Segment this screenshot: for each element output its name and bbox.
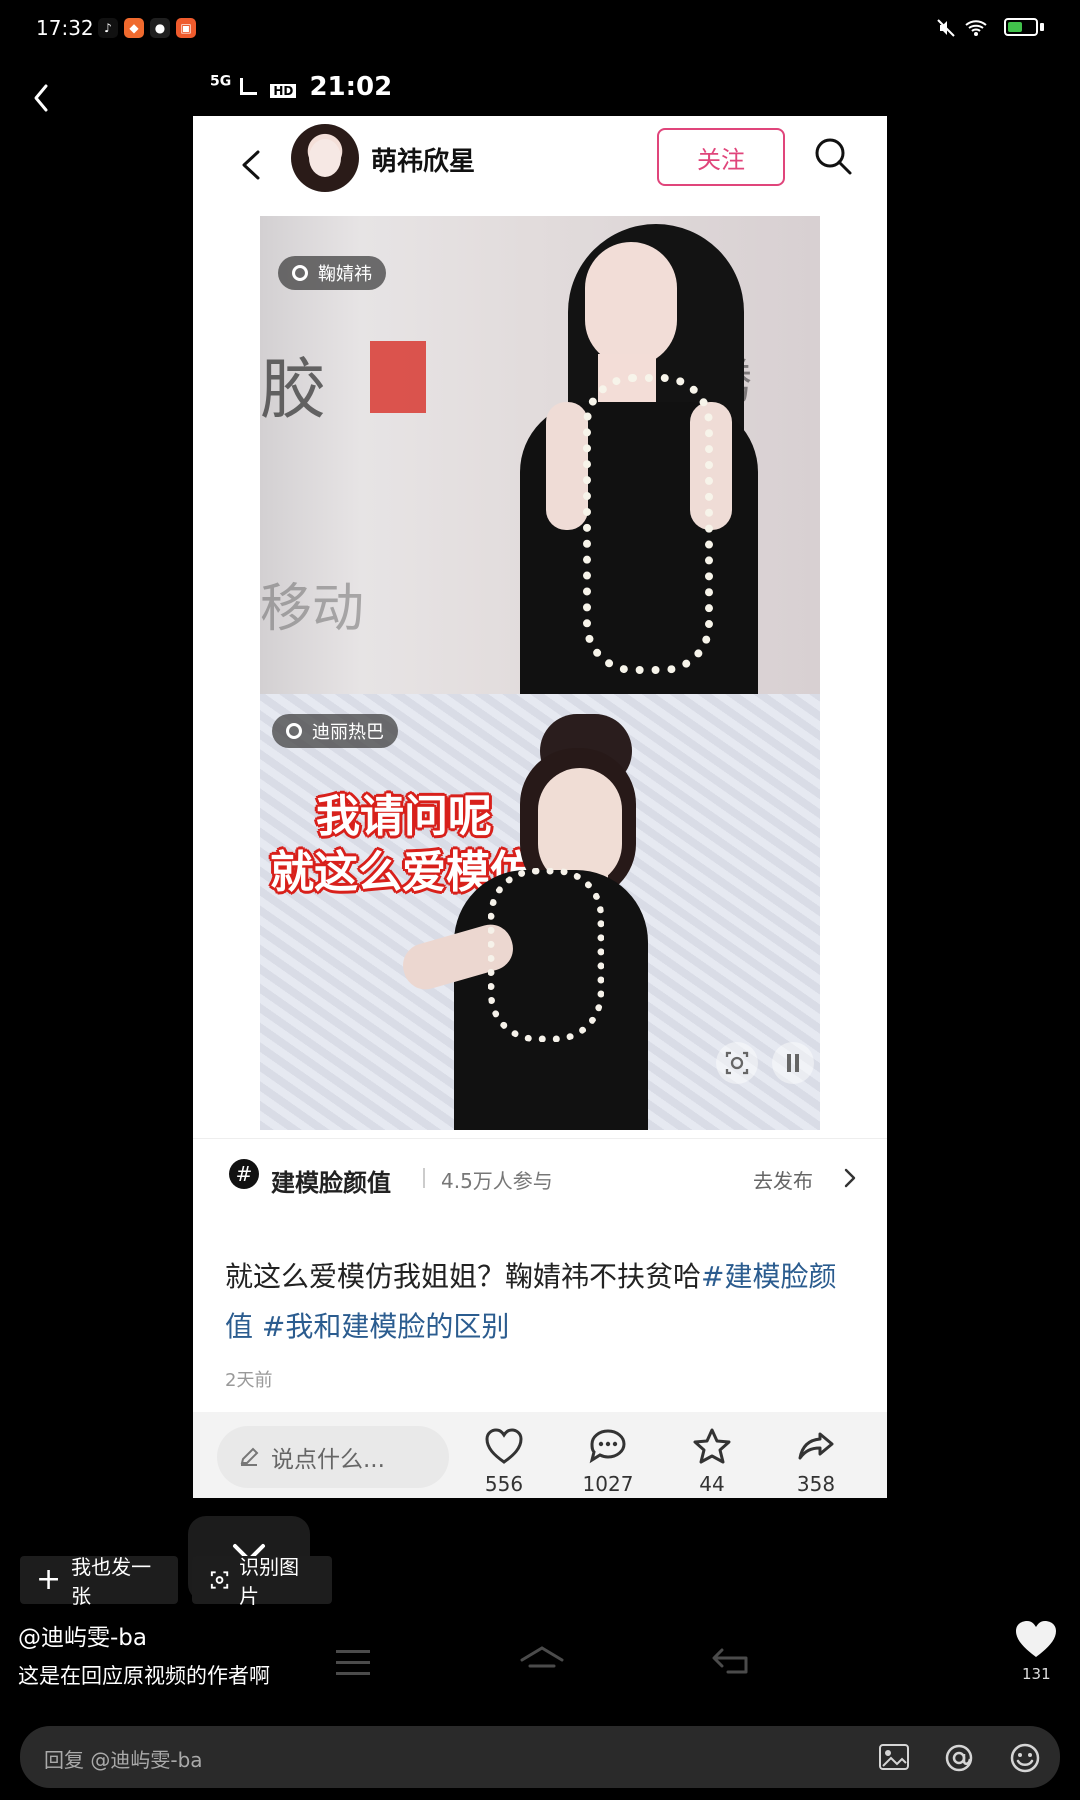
caption-text: 就这么爱模仿我姐姐？鞠婧祎不扶贫哈 <box>225 1260 702 1293</box>
orange-grid-app-icon: ▣ <box>176 18 196 38</box>
red-logo-block <box>370 341 426 413</box>
reply-like-count: 131 <box>1022 1665 1051 1683</box>
post-too-button[interactable]: + 我也发一张 <box>20 1555 178 1608</box>
tag-dot-icon <box>292 265 308 281</box>
post-time: 2天前 <box>225 1370 273 1391</box>
search-icon[interactable] <box>811 134 857 180</box>
background-sign-text-lower: 移动 <box>260 579 365 639</box>
plus-icon: + <box>36 1562 62 1597</box>
bottom-comparison-photo: 迪丽热巴 我请问呢 就这么爱模仿 <box>260 694 820 1130</box>
network-label: 5G <box>210 73 232 90</box>
emoji-icon[interactable] <box>1008 1741 1042 1775</box>
hd-badge: HD <box>270 84 297 98</box>
top-person-tag: 鞠婧祎 <box>278 256 386 290</box>
interaction-bar: 说点什么... 556 1027 44 358 <box>193 1412 887 1498</box>
inner-status-bar: 5G HD 21:02 <box>210 72 392 102</box>
bottom-person-tag-label: 迪丽热巴 <box>312 722 384 743</box>
reply-text: 这是在回应原视频的作者啊 <box>18 1664 270 1688</box>
back-arrow-icon[interactable] <box>26 78 56 118</box>
inner-screen: 萌祎欣星 关注 胶 移动 腾 鞠婧祎 迪丽热巴 我请问呢 就这么爱模仿 <box>193 116 887 1498</box>
like-stat[interactable]: 556 <box>459 1426 549 1496</box>
pearl-necklace-shape <box>583 374 713 674</box>
comment-input[interactable]: 说点什么... <box>217 1426 449 1488</box>
pause-icon <box>787 1054 799 1072</box>
outer-status-bar: 17:32 ♪ ◆ ● ▣ <box>0 0 1080 60</box>
tag-dot-icon <box>286 723 302 739</box>
recognize-image-label: 识别图片 <box>239 1555 300 1608</box>
post-too-label: 我也发一张 <box>71 1555 152 1608</box>
caption-hashtag-link[interactable]: #我和建模脸的区别 <box>262 1310 509 1343</box>
follow-button[interactable]: 关注 <box>657 128 785 186</box>
bottom-person-tag: 迪丽热巴 <box>272 714 398 748</box>
signal-icon <box>240 78 258 95</box>
favorite-stat[interactable]: 44 <box>667 1426 757 1496</box>
inner-time: 21:02 <box>309 72 393 102</box>
orange-app-icon: ◆ <box>124 18 144 38</box>
back-navigation-icon[interactable] <box>710 1644 754 1678</box>
mute-icon <box>937 19 955 37</box>
svg-text:#: # <box>236 1162 253 1186</box>
heart-icon[interactable] <box>1012 1618 1060 1660</box>
reply-placeholder: 回复 @迪屿雯-ba <box>44 1748 203 1772</box>
heart-outline-icon <box>485 1428 523 1464</box>
status-time: 17:32 <box>36 16 94 40</box>
wechat-icon: ● <box>150 18 170 38</box>
post-caption: 就这么爱模仿我姐姐？鞠婧祎不扶贫哈#建模脸颜值 #我和建模脸的区别 <box>225 1252 855 1352</box>
face-shape <box>585 242 677 366</box>
edit-icon <box>240 1447 259 1466</box>
share-arrow-icon <box>798 1432 834 1460</box>
author-name[interactable]: 萌祎欣星 <box>371 141 475 178</box>
author-avatar[interactable] <box>291 124 359 192</box>
comment-placeholder: 说点什么... <box>271 1447 385 1473</box>
topic-bar[interactable]: # 建模脸颜值 4.5万人参与 去发布 <box>193 1138 887 1221</box>
hashtag-icon: # <box>229 1159 259 1189</box>
pause-button[interactable] <box>772 1042 814 1084</box>
pearl-necklace-shape <box>488 868 604 1042</box>
back-arrow-icon[interactable] <box>231 140 271 190</box>
chevron-right-icon <box>844 1168 856 1188</box>
share-count: 358 <box>796 1472 836 1496</box>
mention-icon[interactable] <box>942 1741 976 1775</box>
scan-icon <box>725 1051 749 1075</box>
left-arm-shape <box>546 402 588 530</box>
scan-icon <box>210 1571 229 1589</box>
topic-title[interactable]: 建模脸颜值 <box>271 1163 391 1198</box>
comment-bubble-icon <box>589 1429 626 1464</box>
top-comparison-photo: 胶 移动 腾 鞠婧祎 <box>260 216 820 694</box>
reply-author[interactable]: @迪屿雯-ba <box>18 1618 147 1652</box>
favorite-count: 44 <box>699 1472 725 1496</box>
topic-participant-count: 4.5万人参与 <box>441 1169 553 1193</box>
post-header: 萌祎欣星 关注 <box>193 116 887 216</box>
menu-icon[interactable] <box>336 1648 374 1678</box>
battery-icon <box>1004 18 1046 38</box>
recognize-image-button[interactable]: 识别图片 <box>192 1555 332 1608</box>
overlay-text-line-1: 我请问呢 <box>316 791 492 842</box>
like-count: 556 <box>484 1472 524 1496</box>
topic-divider <box>423 1168 425 1188</box>
home-icon[interactable] <box>516 1642 568 1682</box>
scan-image-button[interactable] <box>716 1042 758 1084</box>
star-outline-icon <box>693 1428 731 1464</box>
comment-stat[interactable]: 1027 <box>563 1426 653 1496</box>
wifi-icon <box>965 20 987 36</box>
comment-count: 1027 <box>582 1472 634 1496</box>
share-stat[interactable]: 358 <box>771 1426 861 1496</box>
image-icon[interactable] <box>878 1743 910 1771</box>
topic-publish-link[interactable]: 去发布 <box>753 1165 813 1194</box>
top-person-tag-label: 鞠婧祎 <box>318 264 372 285</box>
reply-input-bar[interactable]: 回复 @迪屿雯-ba <box>20 1726 1060 1788</box>
tiktok-icon: ♪ <box>98 18 118 38</box>
